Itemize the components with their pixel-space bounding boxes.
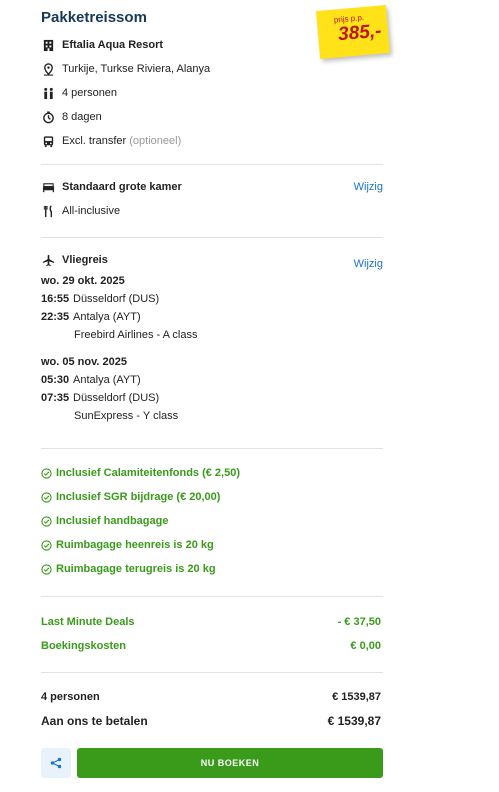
pay-total-value: € 1539,87 bbox=[327, 714, 381, 728]
discount-row: Last Minute Deals - € 37,50 bbox=[41, 616, 381, 628]
time: 16:55 bbox=[41, 293, 70, 305]
airport: Düsseldorf (DUS) bbox=[73, 392, 160, 404]
return-departure: 05:30 Antalya (AYT) bbox=[41, 374, 141, 386]
outbound-date: wo. 29 okt. 2025 bbox=[41, 275, 125, 287]
outbound-departure: 16:55 Düsseldorf (DUS) bbox=[41, 293, 159, 305]
persons-icon bbox=[41, 86, 55, 100]
time: 22:35 bbox=[41, 311, 70, 323]
divider bbox=[41, 164, 383, 165]
airport: Düsseldorf (DUS) bbox=[73, 293, 160, 305]
divider bbox=[41, 672, 383, 673]
pay-total-label: Aan ons te betalen bbox=[41, 714, 148, 728]
inclusion-item: Ruimbagage terugreis is 20 kg bbox=[41, 563, 216, 575]
persons-count: 4 personen bbox=[62, 87, 118, 99]
plane-icon bbox=[41, 253, 55, 267]
flight-edit-link[interactable]: Wijzig bbox=[354, 258, 383, 270]
transfer-note: (optioneel) bbox=[129, 135, 182, 147]
hotel-name: Eftalia Aqua Resort bbox=[62, 39, 164, 51]
duration-row: 8 dagen bbox=[41, 110, 102, 124]
inclusion-item: Ruimbagage heenreis is 20 kg bbox=[41, 539, 214, 551]
bus-icon bbox=[41, 134, 55, 148]
flight-title: Vliegreis bbox=[62, 254, 108, 266]
divider bbox=[41, 596, 383, 597]
bed-icon bbox=[41, 180, 55, 194]
map-pin-icon bbox=[41, 62, 55, 76]
outbound-carrier: Freebird Airlines - A class bbox=[74, 329, 198, 341]
check-circle-icon bbox=[41, 563, 52, 575]
persons-total-row: 4 personen € 1539,87 bbox=[41, 691, 381, 703]
pay-total-row: Aan ons te betalen € 1539,87 bbox=[41, 714, 381, 728]
inclusion-text: Ruimbagage terugreis is 20 kg bbox=[56, 563, 216, 575]
stopwatch-icon bbox=[41, 110, 55, 124]
persons-row: 4 personen bbox=[41, 86, 117, 100]
divider bbox=[41, 448, 383, 449]
flight-header: Vliegreis bbox=[41, 253, 108, 267]
airport: Antalya (AYT) bbox=[73, 374, 141, 386]
transfer-text: Excl. transfer bbox=[62, 135, 127, 147]
book-now-button[interactable]: NU BOEKEN bbox=[77, 748, 383, 778]
inclusion-text: Inclusief SGR bijdrage (€ 20,00) bbox=[56, 491, 221, 503]
location-row: Turkije, Turkse Riviera, Alanya bbox=[41, 62, 210, 76]
return-arrival: 07:35 Düsseldorf (DUS) bbox=[41, 392, 159, 404]
persons-total-value: € 1539,87 bbox=[332, 691, 381, 703]
check-circle-icon bbox=[41, 515, 52, 527]
inclusion-text: Inclusief handbagage bbox=[56, 515, 169, 527]
hotel-location: Turkije, Turkse Riviera, Alanya bbox=[62, 63, 211, 75]
outbound-arrival: 22:35 Antalya (AYT) bbox=[41, 311, 141, 323]
hotel-name-row: Eftalia Aqua Resort bbox=[41, 38, 163, 52]
discount-label: Last Minute Deals bbox=[41, 616, 135, 628]
duration: 8 dagen bbox=[62, 111, 102, 123]
check-circle-icon bbox=[41, 539, 52, 551]
check-circle-icon bbox=[41, 467, 52, 479]
discount-label: Boekingskosten bbox=[41, 640, 126, 652]
building-icon bbox=[41, 38, 55, 52]
discount-row: Boekingskosten € 0,00 bbox=[41, 640, 381, 652]
board-row: All-inclusive bbox=[41, 204, 120, 218]
persons-total-label: 4 personen bbox=[41, 691, 100, 703]
time: 05:30 bbox=[41, 374, 70, 386]
return-carrier: SunExpress - Y class bbox=[74, 410, 179, 422]
discount-value: - € 37,50 bbox=[337, 616, 381, 628]
room-row: Standaard grote kamer bbox=[41, 180, 182, 194]
check-circle-icon bbox=[41, 491, 52, 503]
cutlery-icon bbox=[41, 204, 55, 218]
share-icon bbox=[50, 757, 62, 769]
transfer-row: Excl. transfer (optioneel) bbox=[41, 134, 181, 148]
airport: Antalya (AYT) bbox=[73, 311, 141, 323]
inclusion-item: Inclusief handbagage bbox=[41, 515, 168, 527]
share-button[interactable] bbox=[41, 748, 71, 778]
time: 07:35 bbox=[41, 392, 70, 404]
inclusion-text: Ruimbagage heenreis is 20 kg bbox=[56, 539, 214, 551]
room-edit-link[interactable]: Wijzig bbox=[354, 181, 383, 193]
price-value: 385,- bbox=[337, 20, 383, 46]
inclusion-item: Inclusief SGR bijdrage (€ 20,00) bbox=[41, 491, 220, 503]
discount-value: € 0,00 bbox=[350, 640, 381, 652]
divider bbox=[41, 237, 383, 238]
price-sticker: prijs p.p. 385,- bbox=[316, 5, 390, 59]
inclusion-text: Inclusief Calamiteitenfonds (€ 2,50) bbox=[56, 467, 240, 479]
return-date: wo. 05 nov. 2025 bbox=[41, 356, 128, 368]
inclusion-item: Inclusief Calamiteitenfonds (€ 2,50) bbox=[41, 467, 240, 479]
board-type: All-inclusive bbox=[62, 205, 121, 217]
room-name: Standaard grote kamer bbox=[62, 181, 182, 193]
page-title: Pakketreissom bbox=[41, 9, 147, 26]
